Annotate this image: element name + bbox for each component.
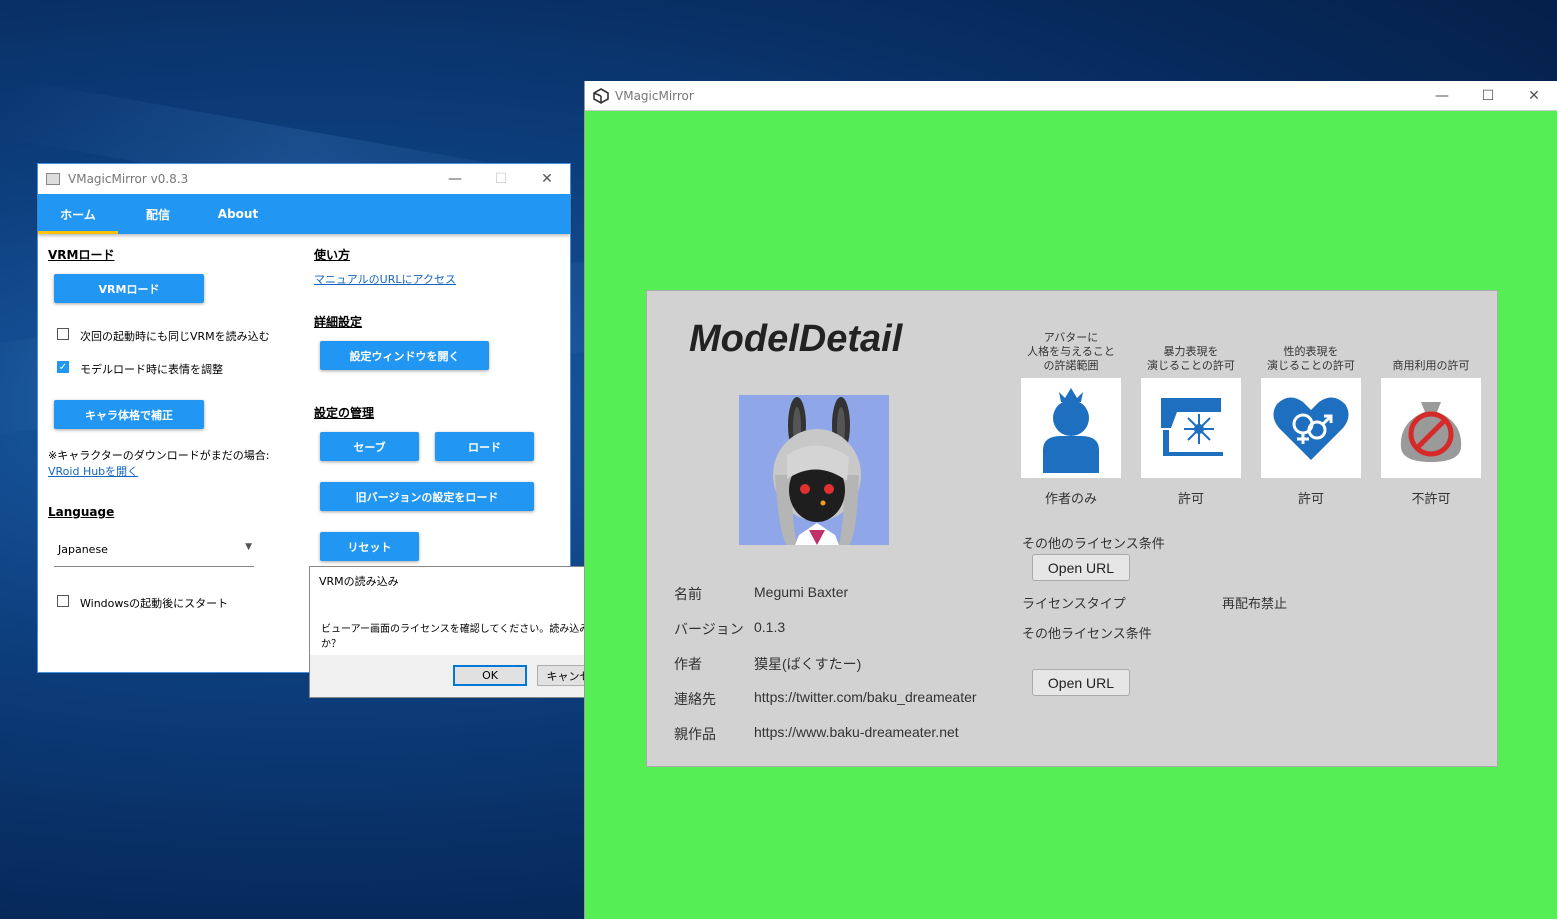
version-value: 0.1.3 bbox=[754, 619, 786, 635]
avatar-thumbnail bbox=[739, 395, 889, 545]
no-money-bag-icon bbox=[1381, 378, 1481, 478]
name-value: Megumi Baxter bbox=[754, 584, 849, 600]
start-on-windows-checkbox[interactable] bbox=[57, 595, 69, 607]
ok-button[interactable]: OK bbox=[453, 665, 527, 686]
name-label: 名前 bbox=[674, 586, 702, 602]
open-url-button[interactable]: Open URL bbox=[1032, 554, 1130, 581]
perm-value-commercial: 不許可 bbox=[1411, 492, 1451, 507]
reload-same-vrm-checkbox[interactable] bbox=[57, 328, 69, 340]
viewer-window-title: VMagicMirror bbox=[615, 88, 694, 103]
heart-gender-icon bbox=[1261, 378, 1361, 478]
app-icon bbox=[46, 173, 60, 185]
open-settings-window-button[interactable]: 設定ウィンドウを開く bbox=[320, 341, 489, 370]
vrm-load-button[interactable]: VRMロード bbox=[54, 274, 204, 303]
section-vrm-load: VRMロード bbox=[48, 248, 115, 262]
body-adjust-button[interactable]: キャラ体格で補正 bbox=[54, 400, 204, 429]
close-icon[interactable]: ✕ bbox=[524, 164, 570, 194]
language-select[interactable]: Japanese ▼ bbox=[54, 536, 254, 567]
maximize-icon[interactable]: ☐ bbox=[478, 164, 524, 194]
download-note: ※キャラクターのダウンロードがまだの場合: bbox=[48, 449, 270, 462]
other-license-label: その他のライセンス条件 bbox=[1022, 537, 1165, 552]
dialog-titlebar[interactable]: VRMの読み込み ✕ bbox=[310, 567, 626, 595]
dialog-title: VRMの読み込み bbox=[319, 575, 399, 588]
start-on-windows-label: Windowsの起動後にスタート bbox=[80, 597, 229, 610]
section-detail-settings: 詳細設定 bbox=[314, 315, 363, 329]
manual-link[interactable]: マニュアルのURLにアクセス bbox=[314, 271, 456, 287]
unity-logo-icon bbox=[593, 87, 609, 104]
contact-value: https://twitter.com/baku_dreameater bbox=[754, 689, 977, 705]
save-button[interactable]: セーブ bbox=[320, 432, 419, 461]
section-usage: 使い方 bbox=[314, 248, 351, 262]
vrm-load-dialog: VRMの読み込み ✕ ビューアー画面のライセンスを確認してください。読み込みます… bbox=[309, 566, 627, 698]
section-language: Language bbox=[48, 505, 115, 519]
model-detail-heading: ModelDetail bbox=[689, 318, 903, 360]
perm-value-violence: 許可 bbox=[1177, 492, 1204, 507]
tab-home[interactable]: ホーム bbox=[38, 194, 118, 234]
reference-value: https://www.baku-dreameater.net bbox=[754, 724, 959, 740]
other-license-label-2: その他ライセンス条件 bbox=[1022, 627, 1152, 642]
reload-same-vrm-label: 次回の起動時にも同じVRMを読み込む bbox=[80, 330, 270, 343]
language-selected-value: Japanese bbox=[58, 543, 108, 556]
author-label: 作者 bbox=[674, 656, 702, 672]
open-url-button-2[interactable]: Open URL bbox=[1032, 669, 1130, 696]
control-window-titlebar[interactable]: VMagicMirror v0.8.3 — ☐ ✕ bbox=[38, 164, 570, 194]
dropdown-arrow-icon: ▼ bbox=[245, 542, 252, 552]
perm-value-sexual: 許可 bbox=[1297, 492, 1324, 507]
reference-label: 親作品 bbox=[674, 726, 716, 742]
tab-bar: ホーム 配信 About bbox=[38, 194, 570, 234]
license-type-value: 再配布禁止 bbox=[1222, 597, 1288, 612]
model-detail-panel: ModelDetail アバターに 人格を与えること の許諾範囲 暴力表現を 演… bbox=[646, 290, 1498, 767]
load-button[interactable]: ロード bbox=[435, 432, 534, 461]
perm-header-avatar: アバターに 人格を与えること の許諾範囲 bbox=[1027, 331, 1115, 372]
reset-button[interactable]: リセット bbox=[320, 532, 419, 561]
license-type-label: ライセンスタイプ bbox=[1022, 597, 1126, 612]
window-title: VMagicMirror v0.8.3 bbox=[68, 172, 189, 186]
dialog-footer: OK キャンセル bbox=[310, 655, 626, 697]
perm-header-sexual: 性的表現を 演じることの許可 bbox=[1267, 345, 1355, 372]
gun-icon bbox=[1141, 378, 1241, 478]
version-label: バージョン bbox=[674, 621, 744, 637]
person-crown-icon bbox=[1021, 378, 1121, 478]
tab-about[interactable]: About bbox=[198, 194, 278, 234]
perm-value-avatar: 作者のみ bbox=[1044, 492, 1097, 507]
dialog-message: ビューアー画面のライセンスを確認してください。読み込みますか？ bbox=[321, 624, 610, 650]
adjust-expression-checkbox[interactable]: ✓ bbox=[57, 361, 69, 373]
author-value: 獏星(ばくすたー) bbox=[754, 656, 862, 672]
tab-streaming[interactable]: 配信 bbox=[118, 194, 198, 234]
viewer-titlebar[interactable]: VMagicMirror — ☐ ✕ bbox=[585, 81, 1557, 111]
close-icon[interactable]: ✕ bbox=[1511, 81, 1557, 111]
vroid-hub-link[interactable]: VRoid Hubを開く bbox=[48, 463, 138, 479]
perm-header-violence: 暴力表現を 演じることの許可 bbox=[1147, 345, 1235, 372]
perm-header-commercial: 商用利用の許可 bbox=[1392, 359, 1470, 372]
contact-label: 連絡先 bbox=[674, 691, 716, 707]
minimize-icon[interactable]: — bbox=[432, 164, 478, 194]
load-old-settings-button[interactable]: 旧バージョンの設定をロード bbox=[320, 482, 534, 511]
section-settings-management: 設定の管理 bbox=[314, 406, 375, 420]
adjust-expression-label: モデルロード時に表情を調整 bbox=[80, 363, 223, 376]
minimize-icon[interactable]: — bbox=[1419, 81, 1465, 111]
maximize-icon[interactable]: ☐ bbox=[1465, 81, 1511, 111]
